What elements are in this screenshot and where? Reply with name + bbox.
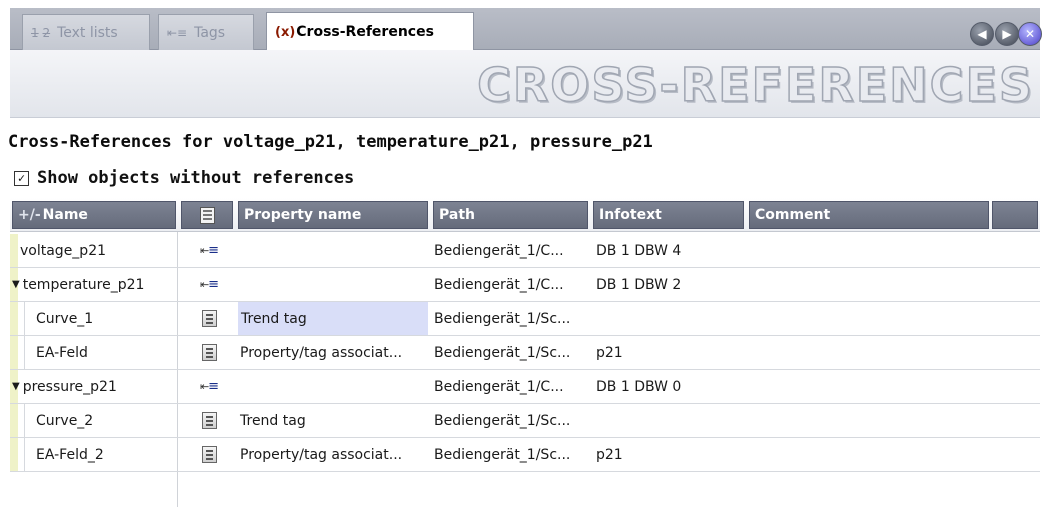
row-gutter [10, 336, 18, 369]
table-header: +/- Name Property name Path Infotext Com… [10, 198, 1040, 232]
table-row[interactable]: voltage_p21 ⇤ ≡ Bediengerät_1/C... DB 1 D… [10, 234, 1040, 268]
tab-label: Tags [194, 24, 226, 41]
row-infotext: DB 1 DBW 4 [596, 242, 682, 259]
show-objects-checkbox[interactable]: ✓ [14, 170, 29, 186]
close-tab-button[interactable]: ✕ [1018, 22, 1042, 46]
tab-tags[interactable]: ⇤≡ Tags [158, 14, 254, 50]
row-infotext: DB 1 DBW 0 [596, 378, 682, 395]
table-row[interactable]: EA-Feld Property/tag associat... Bedieng… [10, 336, 1040, 370]
table-row[interactable]: Curve_1 Trend tag Bediengerät_1/Sc... [10, 302, 1040, 336]
screen-object-icon [201, 310, 217, 327]
column-header-type[interactable] [181, 201, 233, 229]
row-name: Curve_1 [36, 310, 94, 327]
cross-reference-table: +/- Name Property name Path Infotext Com… [10, 198, 1040, 507]
row-gutter [10, 438, 18, 471]
row-name: pressure_p21 [22, 378, 117, 395]
tab-label: Cross-References [296, 24, 434, 40]
row-infotext: p21 [596, 344, 623, 361]
row-property [239, 268, 429, 301]
next-tab-button[interactable]: ▶ [995, 22, 1019, 46]
previous-tab-button[interactable]: ◀ [970, 22, 994, 46]
row-gutter [10, 404, 18, 437]
table-row[interactable]: ▼ pressure_p21 ⇤ ≡ Bediengerät_1/C... DB … [10, 370, 1040, 404]
row-name: voltage_p21 [20, 242, 107, 259]
show-objects-option[interactable]: ✓ Show objects without references [14, 168, 354, 188]
row-property: Property/tag associat... [240, 344, 403, 361]
column-header-spacer [992, 201, 1038, 229]
row-path: Bediengerät_1/C... [434, 276, 564, 293]
cross-reference-icon: (x) [275, 24, 296, 40]
tab-text-lists[interactable]: 1̶ 2̶ Text lists [22, 14, 150, 50]
row-property: Property/tag associat... [240, 446, 403, 463]
tag-icon: ⇤≡ [199, 379, 219, 394]
row-path: Bediengerät_1/Sc... [434, 412, 571, 429]
tag-icon: ⇤≡ [167, 25, 188, 40]
show-objects-label: Show objects without references [37, 168, 355, 188]
expand-arrow-icon[interactable]: ▼ [12, 279, 20, 290]
cross-references-heading: Cross-References for voltage_p21, temper… [8, 132, 653, 152]
row-path: Bediengerät_1/C... [434, 242, 564, 259]
object-type-icon [199, 206, 215, 224]
row-name: temperature_p21 [22, 276, 145, 293]
row-gutter [10, 234, 18, 267]
expand-arrow-icon[interactable]: ▼ [12, 381, 20, 392]
row-infotext: p21 [596, 446, 623, 463]
column-header-path[interactable]: Path [433, 201, 588, 229]
row-property: Trend tag [240, 412, 306, 429]
table-row[interactable]: ▼ temperature_p21 ⇤ ≡ Bediengerät_1/C... … [10, 268, 1040, 302]
editor-title: CROSS-REFERENCES [476, 57, 1034, 113]
column-header-infotext[interactable]: Infotext [593, 201, 744, 229]
column-header-name[interactable]: +/- Name [12, 201, 176, 229]
row-infotext: DB 1 DBW 2 [596, 276, 682, 293]
screen-object-icon [201, 446, 217, 463]
tab-label: Text lists [57, 24, 118, 41]
row-property [239, 370, 429, 403]
expand-collapse-toggle[interactable]: +/- [18, 207, 41, 223]
row-property [239, 234, 429, 267]
row-path: Bediengerät_1/Sc... [434, 310, 571, 327]
row-path: Bediengerät_1/C... [434, 378, 564, 395]
tab-cross-references[interactable]: (x) Cross-References [266, 12, 474, 51]
row-gutter [10, 302, 18, 335]
column-header-property-name[interactable]: Property name [238, 201, 428, 229]
editor-banner: CROSS-REFERENCES [10, 50, 1040, 118]
row-path: Bediengerät_1/Sc... [434, 446, 571, 463]
text-list-icon: 1̶ 2̶ [31, 25, 51, 40]
row-path: Bediengerät_1/Sc... [434, 344, 571, 361]
table-row[interactable]: EA-Feld_2 Property/tag associat... Bedie… [10, 438, 1040, 472]
tab-bar: 1̶ 2̶ Text lists ⇤≡ Tags (x) Cross-Refer… [10, 8, 1042, 51]
table-row[interactable]: Curve_2 Trend tag Bediengerät_1/Sc... [10, 404, 1040, 438]
row-name: EA-Feld [36, 344, 88, 361]
row-infotext [596, 404, 746, 437]
row-name: EA-Feld_2 [36, 446, 104, 463]
column-header-comment[interactable]: Comment [749, 201, 989, 229]
tag-icon: ⇤≡ [199, 277, 219, 292]
row-infotext [596, 302, 746, 335]
screen-object-icon [201, 344, 217, 361]
row-name: Curve_2 [36, 412, 94, 429]
tag-icon: ⇤≡ [199, 243, 219, 258]
screen-object-icon [201, 412, 217, 429]
row-property-selected[interactable]: Trend tag [238, 302, 428, 335]
